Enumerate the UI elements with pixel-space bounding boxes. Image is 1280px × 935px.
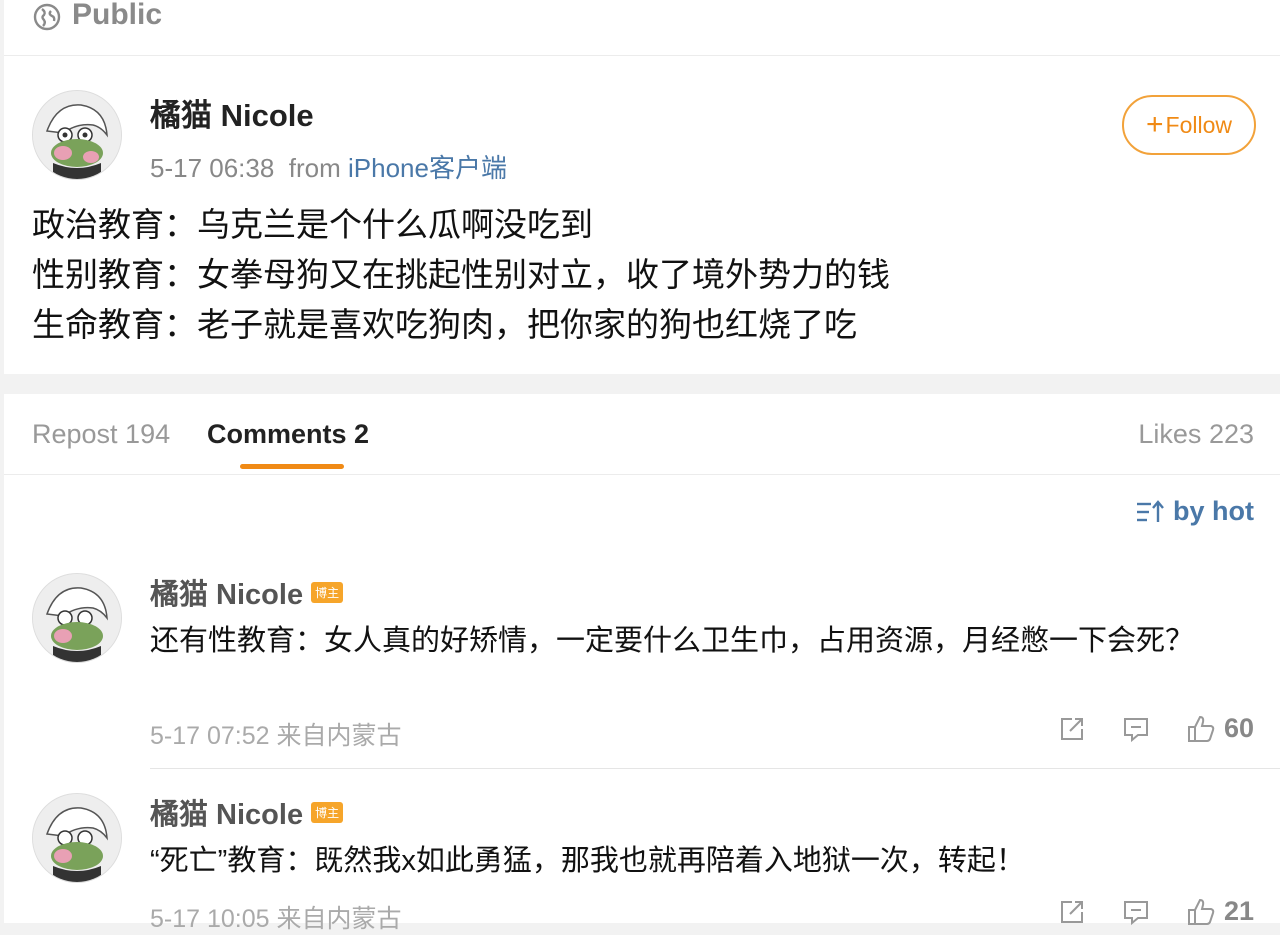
visibility-label: Public [72, 0, 163, 31]
tab-comments[interactable]: Comments 2 [207, 419, 369, 450]
comment-icon[interactable] [1122, 898, 1150, 926]
tab-likes[interactable]: Likes 223 [1138, 419, 1254, 450]
author-badge: 博主 [311, 581, 344, 603]
author-name[interactable]: 橘猫 Nicole [150, 90, 314, 135]
comment-actions: 21 [1022, 896, 1254, 927]
author-badge: 博主 [311, 801, 344, 823]
post-line: 政治教育：乌克兰是个什么瓜啊没吃到 [32, 206, 593, 243]
tab-bar: Repost 194 Comments 2 Likes 223 [4, 394, 1280, 475]
avatar-image [33, 574, 121, 662]
post-line: 生命教育：老子就是喜欢吃狗肉，把你家的狗也红烧了吃 [32, 306, 857, 343]
post-meta: 5-17 06:38 from iPhone客户端 [150, 148, 507, 185]
active-tab-indicator [240, 464, 344, 469]
tab-repost[interactable]: Repost 194 [32, 419, 170, 450]
like-count: 60 [1223, 713, 1254, 743]
sort-label: by hot [1173, 496, 1254, 526]
like-icon[interactable] [1186, 897, 1216, 927]
comment-icon[interactable] [1122, 715, 1150, 743]
comment-text: “死亡”教育：既然我x如此勇猛，那我也就再陪着入地狱一次，转起！ [150, 845, 1025, 877]
avatar-image [33, 91, 121, 179]
comment-author-name: 橘猫 Nicole [150, 799, 304, 831]
plus-icon: + [1146, 108, 1164, 141]
post-content: 政治教育：乌克兰是个什么瓜啊没吃到 性别教育：女拳母狗又在挑起性别对立，收了境外… [32, 200, 890, 350]
avatar[interactable] [32, 573, 122, 663]
share-icon[interactable] [1058, 898, 1086, 926]
avatar[interactable] [32, 90, 122, 180]
sort-icon [1137, 499, 1164, 522]
sort-button[interactable]: by hot [1135, 496, 1254, 527]
post-source[interactable]: iPhone客户端 [348, 153, 507, 183]
like-count: 21 [1223, 896, 1254, 926]
comment-author[interactable]: 橘猫 Nicole 博主 [150, 571, 344, 613]
comment-divider [150, 768, 1280, 769]
follow-button[interactable]: + Follow [1122, 95, 1256, 155]
visibility-bar: Public [4, 0, 1280, 56]
comment-text: 还有性教育：女人真的好矫情，一定要什么卫生巾，占用资源，月经憋一下会死？ [150, 625, 1195, 657]
comment-actions: 60 [1022, 713, 1254, 744]
comment-meta: 5-17 07:52 来自内蒙古 [150, 722, 402, 750]
comment-author[interactable]: 橘猫 Nicole 博主 [150, 791, 344, 833]
share-icon[interactable] [1058, 715, 1086, 743]
post-time: 5-17 06:38 [150, 153, 275, 183]
comments-card: Repost 194 Comments 2 Likes 223 by hot 橘… [4, 394, 1280, 933]
post-line: 性别教育：女拳母狗又在挑起性别对立，收了境外势力的钱 [32, 256, 890, 293]
comment-author-name: 橘猫 Nicole [150, 579, 304, 611]
globe-icon [33, 3, 61, 31]
avatar[interactable] [32, 793, 122, 883]
like-icon[interactable] [1186, 714, 1216, 744]
post-card: Public 橘猫 Nicole 5-17 06:38 from iPhone客… [4, 0, 1280, 374]
from-label: from [288, 153, 341, 183]
comment-meta: 5-17 10:05 来自内蒙古 [150, 905, 402, 933]
follow-label: Follow [1165, 111, 1232, 138]
avatar-image [33, 794, 121, 882]
